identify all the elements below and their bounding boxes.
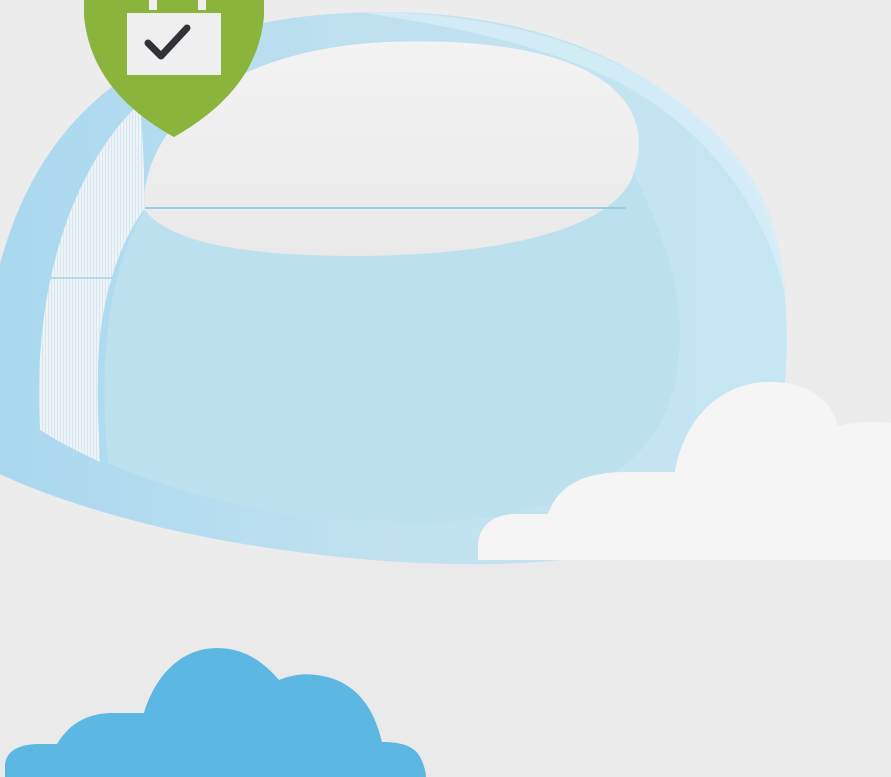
security-cloud-illustration [0,0,891,777]
illustration-scene [0,0,891,777]
